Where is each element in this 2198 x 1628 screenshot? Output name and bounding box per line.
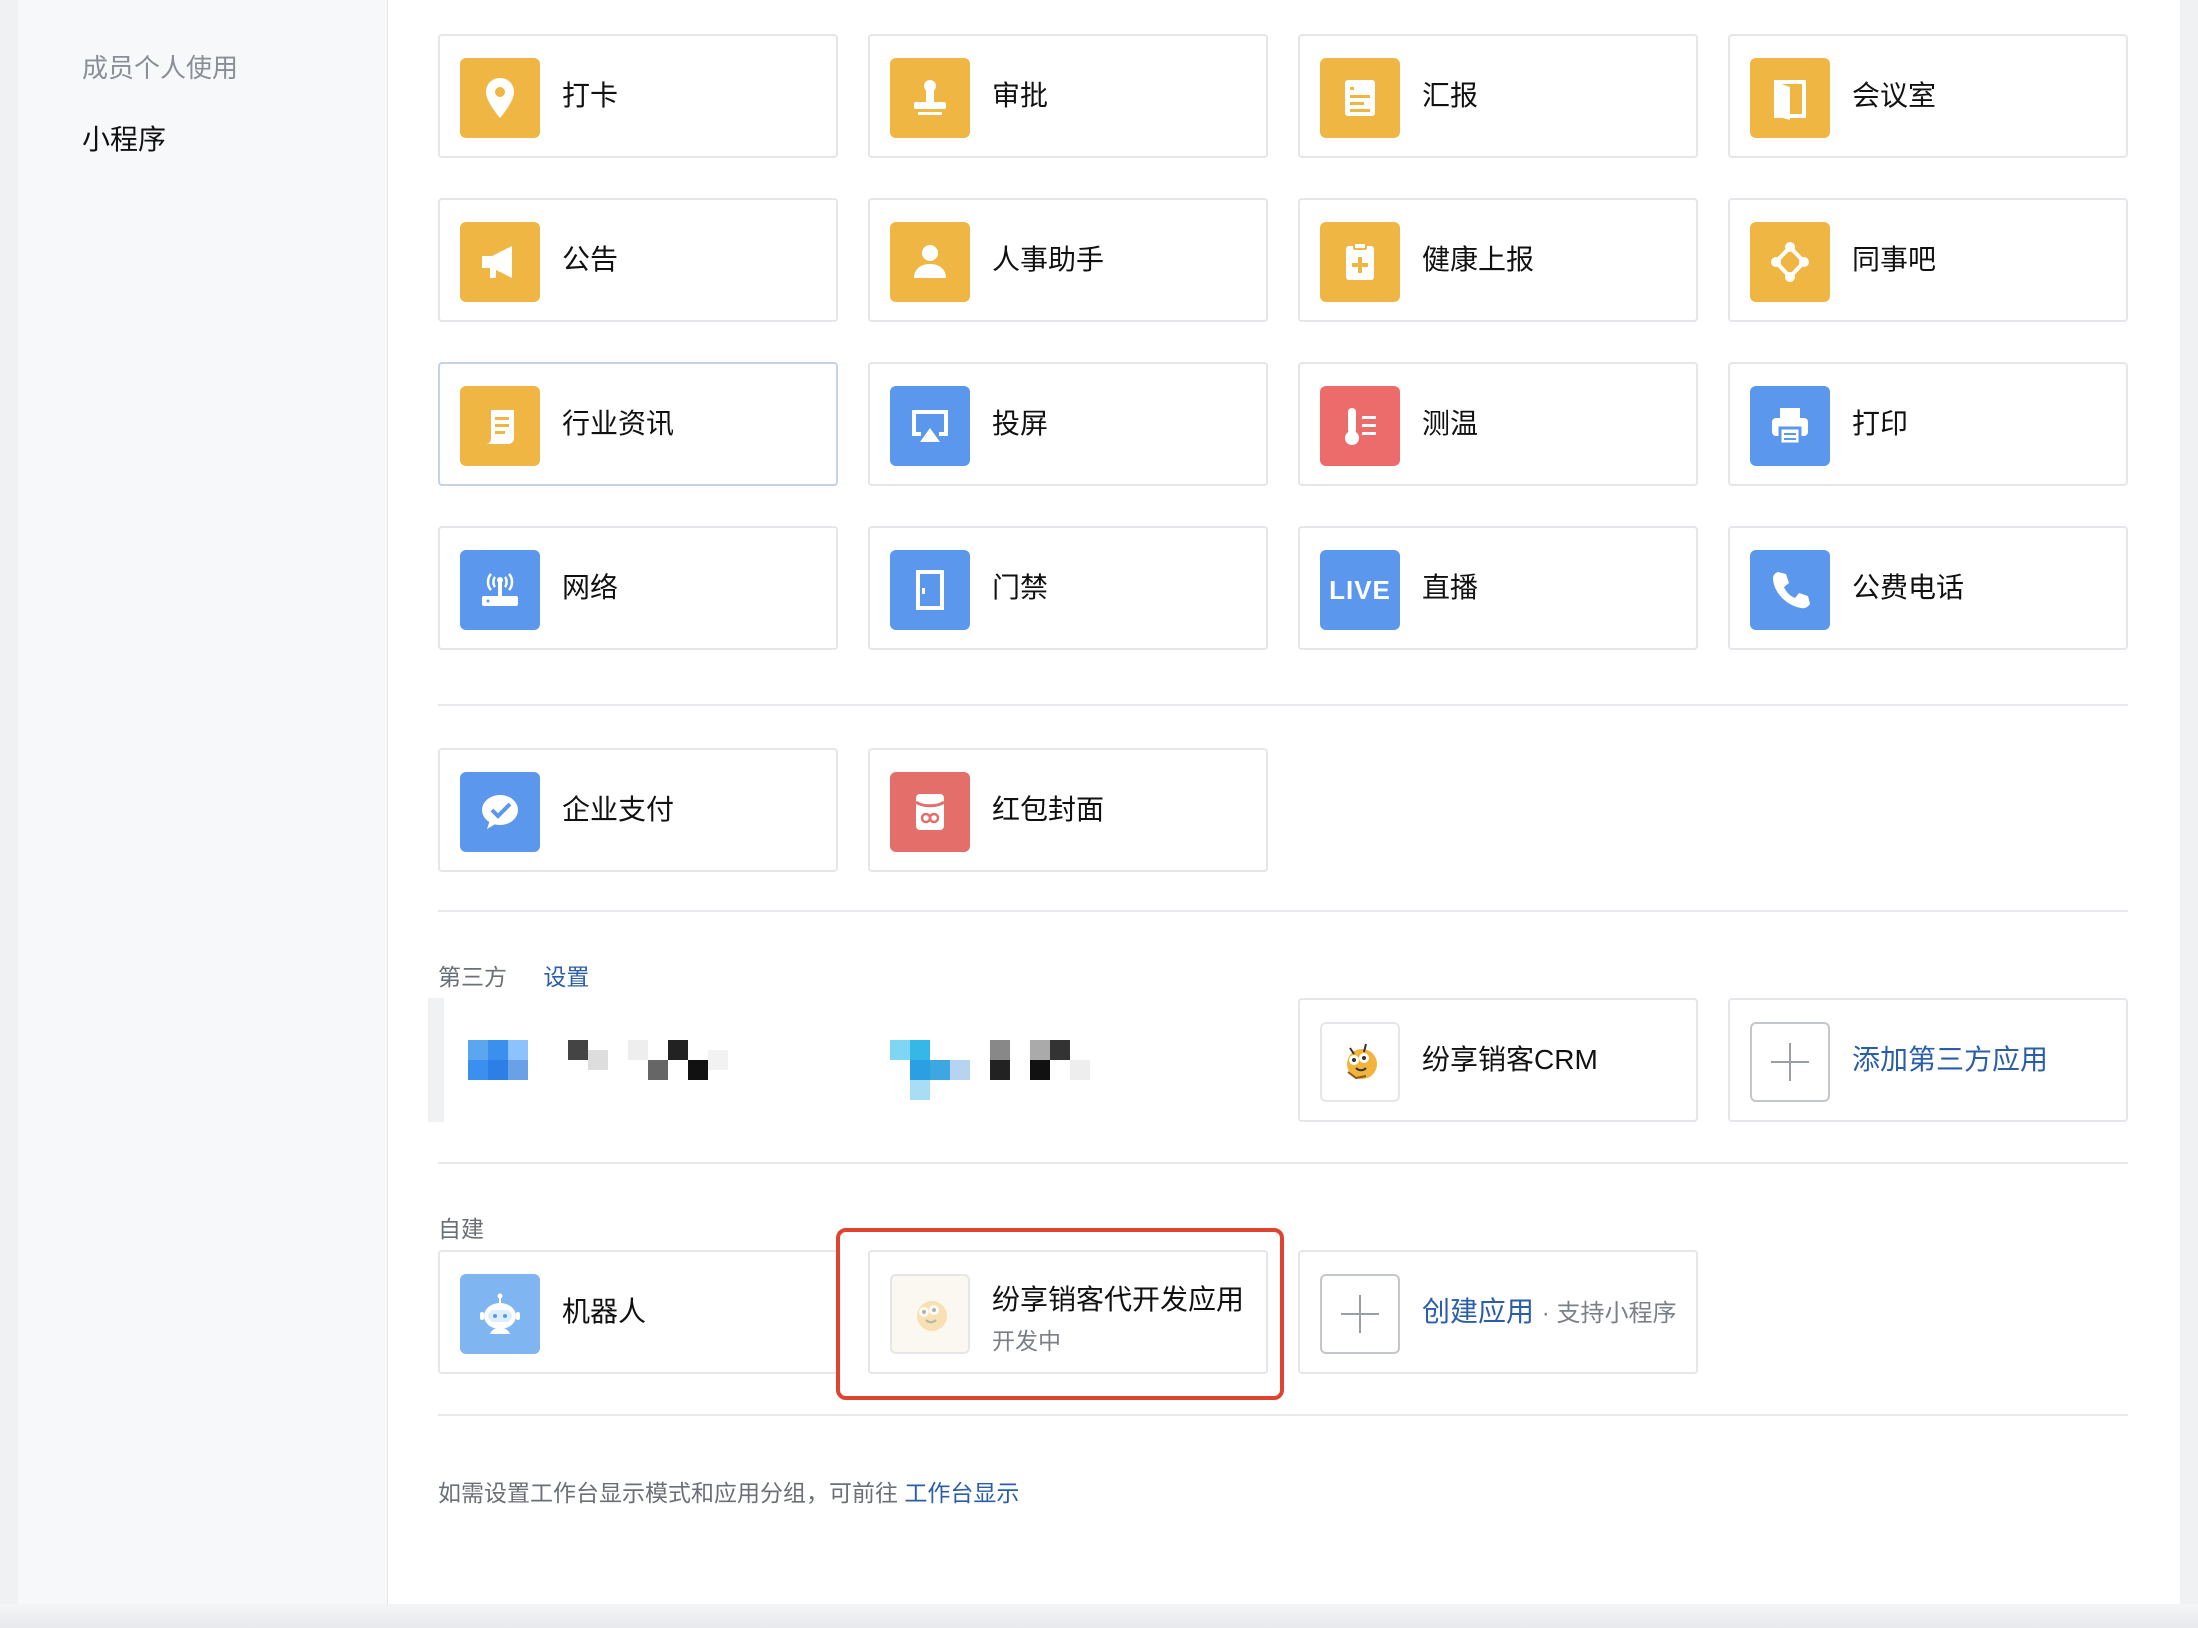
- third-party-app-blurred[interactable]: [428, 998, 828, 1124]
- app-label: 同事吧: [1852, 244, 1937, 275]
- stamp-icon: [890, 58, 970, 138]
- app-label: 红包封面: [992, 794, 1105, 825]
- app-card-live[interactable]: LIVE 直播: [1298, 526, 1698, 650]
- section-divider: [438, 1162, 2128, 1164]
- document-list-icon: [1320, 58, 1400, 138]
- app-card-clock-in[interactable]: 打卡: [438, 34, 838, 158]
- wecom-pay-icon: [460, 772, 540, 852]
- app-card-phone[interactable]: 公费电话: [1728, 526, 2128, 650]
- app-card-network[interactable]: 网络: [438, 526, 838, 650]
- add-third-party-app-button[interactable]: 添加第三方应用: [1728, 998, 2128, 1122]
- footer-note: 如需设置工作台显示模式和应用分组，可前往 工作台显示: [438, 1474, 1019, 1508]
- app-label: 会议室: [1852, 80, 1937, 111]
- door-icon: [1750, 58, 1830, 138]
- section-divider: [438, 1414, 2128, 1416]
- app-card-approval[interactable]: 审批: [868, 34, 1268, 158]
- location-pin-icon: [460, 58, 540, 138]
- sidebar: 成员个人使用 小程序: [18, 0, 388, 1604]
- app-card-print[interactable]: 打印: [1728, 362, 2128, 486]
- app-label: 健康上报: [1422, 244, 1535, 275]
- live-icon: LIVE: [1320, 550, 1400, 630]
- app-label: 汇报: [1422, 80, 1479, 111]
- app-label: 门禁: [992, 572, 1049, 603]
- create-app-text: 创建应用 · 支持小程序: [1422, 1252, 1676, 1372]
- app-label: 打印: [1852, 408, 1909, 439]
- footer-note-text: 如需设置工作台显示模式和应用分组，可前往: [438, 1480, 898, 1506]
- app-card-access-control[interactable]: 门禁: [868, 526, 1268, 650]
- app-label: 网络: [562, 572, 619, 603]
- thermometer-icon: [1320, 386, 1400, 466]
- app-card-hr-assistant[interactable]: 人事助手: [868, 198, 1268, 322]
- app-label: 打卡: [562, 80, 619, 111]
- app-card-temperature[interactable]: 测温: [1298, 362, 1698, 486]
- section-divider: [438, 910, 2128, 912]
- red-packet-icon: [890, 772, 970, 852]
- third-party-section-title: 第三方 设置: [438, 958, 589, 992]
- plus-icon: [1750, 1022, 1830, 1102]
- access-door-icon: [890, 550, 970, 630]
- plus-icon: [1320, 1274, 1400, 1354]
- network-nodes-icon: [1750, 222, 1830, 302]
- bee-mascot-icon: [1320, 1022, 1400, 1102]
- app-label: 测温: [1422, 408, 1479, 439]
- third-party-title: 第三方: [438, 964, 507, 990]
- app-label: 直播: [1422, 572, 1479, 603]
- app-card-health-report[interactable]: 健康上报: [1298, 198, 1698, 322]
- app-label: 行业资讯: [562, 408, 675, 439]
- app-card-fxiaoke-crm[interactable]: 纷享销客CRM: [1298, 998, 1698, 1122]
- app-card-announcement[interactable]: 公告: [438, 198, 838, 322]
- workbench-display-link[interactable]: 工作台显示: [904, 1480, 1019, 1506]
- app-label: 审批: [992, 80, 1049, 111]
- self-built-section-title: 自建: [438, 1216, 484, 1242]
- window-frame-left: [0, 0, 18, 1628]
- window-frame-right: [2180, 0, 2198, 1628]
- app-label: 公费电话: [1852, 572, 1965, 603]
- app-card-industry-news[interactable]: 行业资讯: [438, 362, 838, 486]
- create-app-button[interactable]: 创建应用 · 支持小程序: [1298, 1250, 1698, 1374]
- app-label: 企业支付: [562, 794, 675, 825]
- app-label: 机器人: [562, 1296, 647, 1327]
- app-card-robot[interactable]: 机器人: [438, 1250, 838, 1374]
- medical-clipboard-icon: [1320, 222, 1400, 302]
- app-card-report[interactable]: 汇报: [1298, 34, 1698, 158]
- app-label: 公告: [562, 244, 619, 275]
- app-card-screen-cast[interactable]: 投屏: [868, 362, 1268, 486]
- highlight-annotation-box: [836, 1228, 1284, 1400]
- router-icon: [460, 550, 540, 630]
- create-app-label: 创建应用: [1422, 1296, 1535, 1327]
- screen-cast-icon: [890, 386, 970, 466]
- app-card-meeting-room[interactable]: 会议室: [1728, 34, 2128, 158]
- sidebar-item-mini-program[interactable]: 小程序: [82, 118, 166, 158]
- section-divider: [438, 704, 2128, 706]
- third-party-app-blurred[interactable]: [868, 998, 1268, 1124]
- robot-icon: [460, 1274, 540, 1354]
- app-label: 纷享销客CRM: [1422, 1044, 1598, 1075]
- third-party-settings-link[interactable]: 设置: [543, 964, 589, 990]
- create-app-hint: · 支持小程序: [1541, 1300, 1677, 1327]
- scroll-icon: [460, 386, 540, 466]
- app-label: 人事助手: [992, 244, 1105, 275]
- person-icon: [890, 222, 970, 302]
- app-card-enterprise-pay[interactable]: 企业支付: [438, 748, 838, 872]
- megaphone-icon: [460, 222, 540, 302]
- app-label: 投屏: [992, 408, 1049, 439]
- app-card-red-packet-cover[interactable]: 红包封面: [868, 748, 1268, 872]
- app-card-colleague-forum[interactable]: 同事吧: [1728, 198, 2128, 322]
- printer-icon: [1750, 386, 1830, 466]
- phone-icon: [1750, 550, 1830, 630]
- add-third-party-label: 添加第三方应用: [1852, 1044, 2049, 1075]
- sidebar-item-personal-use[interactable]: 成员个人使用: [82, 48, 238, 85]
- window-frame-bottom: [0, 1604, 2198, 1628]
